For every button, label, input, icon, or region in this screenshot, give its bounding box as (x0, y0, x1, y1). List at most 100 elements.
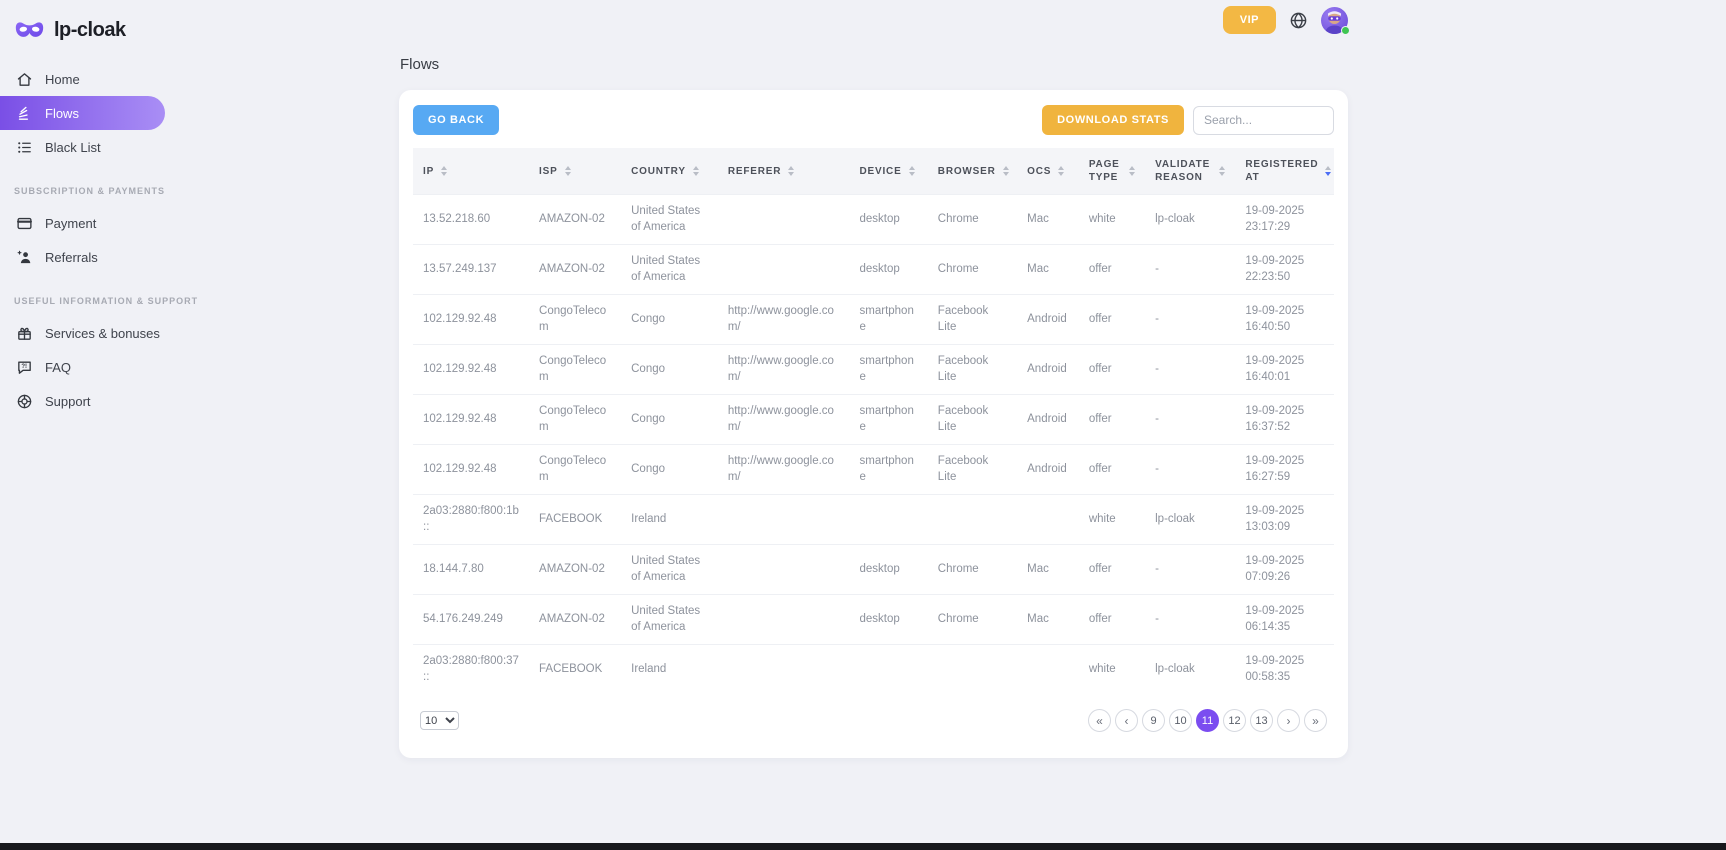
cell-ocs: Android (1017, 445, 1079, 495)
sidebar-item-home[interactable]: Home (0, 62, 165, 96)
column-header-referer[interactable]: REFERER (718, 148, 850, 195)
sort-icon (1219, 166, 1225, 176)
cell-referer (718, 195, 850, 245)
cell-validate_reason: - (1145, 295, 1235, 345)
go-back-button[interactable]: GO BACK (413, 105, 499, 135)
cell-isp: AMAZON-02 (529, 595, 621, 645)
cell-registered_at: 19-09-2025 16:37:52 (1235, 395, 1334, 445)
cell-ip: 18.144.7.80 (413, 545, 529, 595)
cell-country: Congo (621, 345, 718, 395)
sidebar-item-faq[interactable]: ?! FAQ (0, 350, 165, 384)
table-row: 13.57.249.137AMAZON-02United States of A… (413, 245, 1334, 295)
cell-isp: CongoTelecom (529, 445, 621, 495)
sidebar-item-label: FAQ (45, 360, 71, 375)
cell-isp: CongoTelecom (529, 395, 621, 445)
cell-browser: Facebook Lite (928, 295, 1017, 345)
pagination-page-12[interactable]: 12 (1223, 709, 1246, 732)
pagination-page-10[interactable]: 10 (1169, 709, 1192, 732)
cell-device: desktop (850, 245, 928, 295)
pagination-page-13[interactable]: 13 (1250, 709, 1273, 732)
column-header-ip[interactable]: IP (413, 148, 529, 195)
cell-referer (718, 245, 850, 295)
cell-ip: 102.129.92.48 (413, 445, 529, 495)
column-header-page_type[interactable]: PAGE TYPE (1079, 148, 1145, 195)
cell-ip: 13.57.249.137 (413, 245, 529, 295)
sort-icon (1003, 166, 1009, 176)
cell-ocs (1017, 495, 1079, 545)
sort-icon (693, 166, 699, 176)
cell-ocs (1017, 645, 1079, 695)
sidebar-item-black-list[interactable]: Black List (0, 130, 165, 164)
pagination-prev[interactable]: ‹ (1115, 709, 1138, 732)
cell-browser: Facebook Lite (928, 445, 1017, 495)
sidebar: lp-cloak HomeFlowsBlack ListSUBSCRIPTION… (0, 0, 165, 850)
topbar: VIP (399, 0, 1348, 34)
table-row: 102.129.92.48CongoTelecomCongohttp://www… (413, 345, 1334, 395)
cell-referer (718, 595, 850, 645)
cell-page_type: white (1079, 495, 1145, 545)
pagination-first[interactable]: « (1088, 709, 1111, 732)
column-header-device[interactable]: DEVICE (850, 148, 928, 195)
cell-device: desktop (850, 545, 928, 595)
mask-logo-icon (14, 20, 45, 41)
cell-browser: Facebook Lite (928, 345, 1017, 395)
support-icon (16, 393, 33, 410)
cell-referer (718, 495, 850, 545)
sidebar-item-flows[interactable]: Flows (0, 96, 165, 130)
cell-isp: FACEBOOK (529, 495, 621, 545)
main-area: VIP Flows GO BACK (165, 0, 1726, 758)
pagination-last[interactable]: » (1304, 709, 1327, 732)
column-header-validate_reason[interactable]: VALIDATE REASON (1145, 148, 1235, 195)
sort-icon (788, 166, 794, 176)
cell-browser (928, 645, 1017, 695)
cell-referer: http://www.google.com/ (718, 295, 850, 345)
column-header-country[interactable]: COUNTRY (621, 148, 718, 195)
pagination-next[interactable]: › (1277, 709, 1300, 732)
flows-icon (16, 105, 33, 122)
sidebar-item-label: Black List (45, 140, 101, 155)
faq-icon: ?! (16, 359, 33, 376)
sidebar-item-label: Home (45, 72, 80, 87)
home-icon (16, 71, 33, 88)
cell-validate_reason: - (1145, 395, 1235, 445)
avatar[interactable] (1321, 7, 1348, 34)
cell-registered_at: 19-09-2025 23:17:29 (1235, 195, 1334, 245)
search-input[interactable] (1193, 106, 1334, 135)
column-header-registered_at[interactable]: REGISTERED AT (1235, 148, 1334, 195)
cell-ip: 13.52.218.60 (413, 195, 529, 245)
cell-country: United States of America (621, 245, 718, 295)
cell-isp: AMAZON-02 (529, 195, 621, 245)
cell-country: United States of America (621, 545, 718, 595)
cell-page_type: offer (1079, 245, 1145, 295)
sidebar-item-support[interactable]: Support (0, 384, 165, 418)
pagination-page-11[interactable]: 11 (1196, 709, 1219, 732)
cell-device: smartphone (850, 395, 928, 445)
sidebar-item-payment[interactable]: Payment (0, 206, 165, 240)
cell-validate_reason: lp-cloak (1145, 495, 1235, 545)
cell-registered_at: 19-09-2025 06:14:35 (1235, 595, 1334, 645)
cell-browser: Chrome (928, 595, 1017, 645)
sidebar-item-label: Services & bonuses (45, 326, 160, 341)
sidebar-item-services-bonuses[interactable]: Services & bonuses (0, 316, 165, 350)
page-size-select[interactable]: 10 (420, 711, 459, 730)
flows-table: IPISPCOUNTRYREFERERDEVICEBROWSEROCSPAGE … (413, 148, 1334, 694)
column-header-browser[interactable]: BROWSER (928, 148, 1017, 195)
column-header-isp[interactable]: ISP (529, 148, 621, 195)
cell-device: desktop (850, 195, 928, 245)
cell-registered_at: 19-09-2025 22:23:50 (1235, 245, 1334, 295)
vip-button[interactable]: VIP (1223, 6, 1276, 34)
card-footer: 10 «‹910111213›» (413, 709, 1334, 732)
brand[interactable]: lp-cloak (0, 8, 165, 52)
table-header-row: IPISPCOUNTRYREFERERDEVICEBROWSEROCSPAGE … (413, 148, 1334, 195)
sort-icon (441, 166, 447, 176)
sidebar-item-label: Payment (45, 216, 96, 231)
globe-icon[interactable] (1289, 11, 1308, 30)
cell-ip: 54.176.249.249 (413, 595, 529, 645)
sidebar-item-referrals[interactable]: Referrals (0, 240, 165, 274)
download-stats-button[interactable]: DOWNLOAD STATS (1042, 105, 1184, 135)
pagination-page-9[interactable]: 9 (1142, 709, 1165, 732)
column-header-ocs[interactable]: OCS (1017, 148, 1079, 195)
referrals-icon (16, 249, 33, 266)
sort-icon (909, 166, 915, 176)
cell-registered_at: 19-09-2025 16:40:50 (1235, 295, 1334, 345)
